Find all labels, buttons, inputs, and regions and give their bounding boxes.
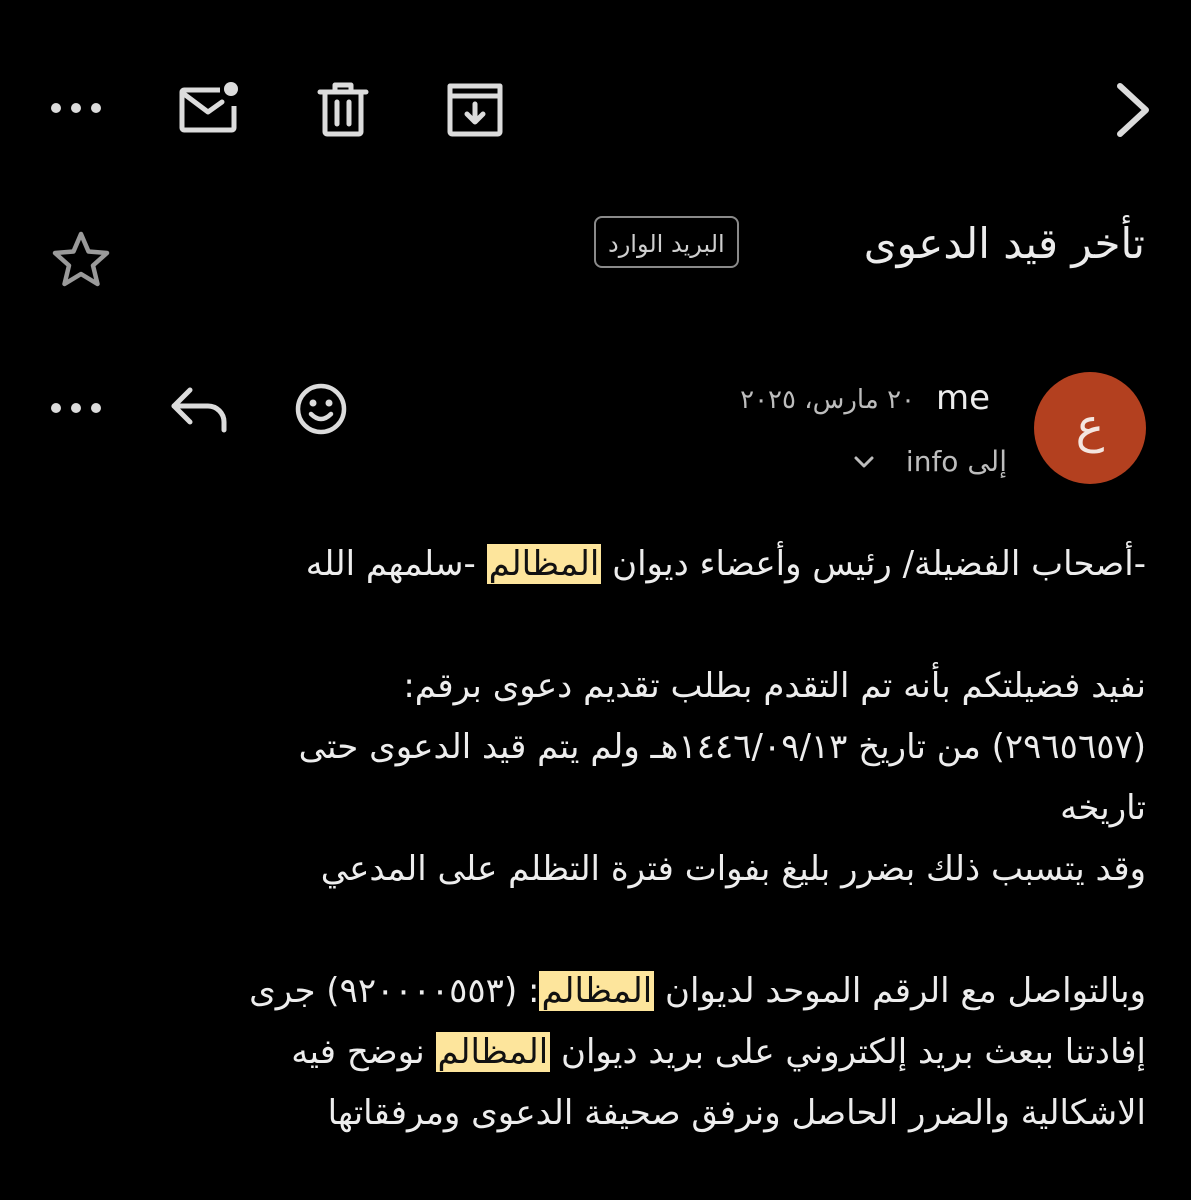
greeting: -أصحاب الفضيلة/ رئيس وأعضاء ديوان المظال… — [305, 544, 1146, 584]
sender-name: me — [936, 378, 991, 418]
chevron-down-icon[interactable] — [850, 448, 878, 476]
body-paragraph: نفيد فضيلتكم بأنه تم التقدم بطلب تقديم د… — [298, 666, 1146, 889]
avatar[interactable]: ع — [1034, 372, 1146, 484]
send-date: ٢٠ مارس، ٢٠٢٥ — [740, 385, 915, 415]
emoji-reaction-icon[interactable] — [292, 380, 350, 438]
chevron-right-icon[interactable] — [1106, 78, 1162, 142]
mark-unread-icon[interactable] — [176, 80, 242, 138]
recipient-name: info — [905, 445, 959, 478]
search-highlight: المظالم — [435, 1032, 551, 1072]
trash-icon[interactable] — [316, 80, 370, 138]
recipient-details[interactable]: إلى info — [906, 442, 1007, 482]
more-options-icon[interactable] — [48, 86, 104, 130]
search-highlight: المظالم — [539, 971, 655, 1011]
more-options-icon[interactable] — [48, 386, 104, 430]
inbox-label-chip[interactable]: البريد الوارد — [594, 216, 739, 268]
search-highlight: المظالم — [486, 544, 602, 584]
star-icon[interactable] — [48, 228, 114, 292]
reply-icon[interactable] — [168, 382, 230, 436]
body-paragraph: وبالتواصل مع الرقم الموحد لديوان المظالم… — [249, 971, 1146, 1133]
email-subject: تأخر قيد الدعوى — [863, 219, 1145, 268]
archive-icon[interactable] — [444, 80, 506, 138]
recipient-prefix: إلى — [967, 445, 1007, 478]
email-body: -أصحاب الفضيلة/ رئيس وأعضاء ديوان المظال… — [44, 534, 1146, 1144]
